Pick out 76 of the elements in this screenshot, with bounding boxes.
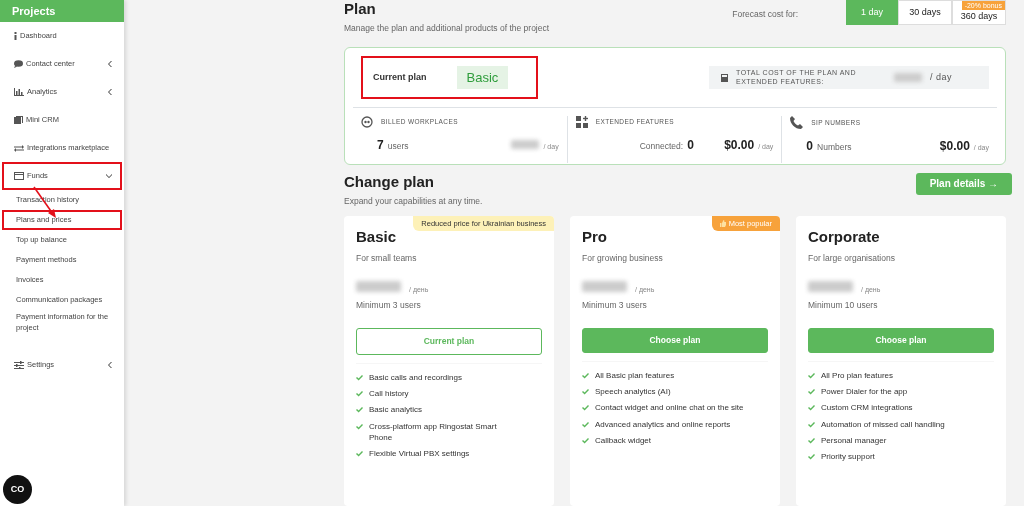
check-icon [808, 421, 815, 428]
feature-item: All Pro plan features [821, 370, 894, 382]
check-icon [582, 389, 589, 396]
forecast-label: Forecast cost for: [732, 8, 798, 21]
calculator-icon [721, 73, 728, 82]
info-icon [14, 32, 17, 40]
feature-item: Basic analytics [369, 404, 422, 416]
check-icon [808, 405, 815, 412]
plan-name: Corporate [808, 226, 881, 247]
blurred-price [808, 280, 853, 292]
current-plan-name: Basic [456, 65, 509, 90]
grid-plus-icon [575, 116, 588, 129]
check-icon [808, 373, 815, 379]
check-icon [356, 407, 363, 414]
feature-item: Speech analytics (AI) [595, 386, 671, 398]
plan-tagline: For growing business [582, 252, 664, 265]
feature-item: Power Dialer for the app [821, 386, 908, 398]
feature-item: Callback widget [595, 434, 652, 446]
phone-icon [790, 116, 804, 130]
feature-item: Flexible Virtual PBX settings [369, 447, 470, 460]
swap-arrows-icon [14, 144, 24, 152]
metric-value: 0 [687, 137, 694, 155]
feature-item: Cross-platform app Ringostat Smart Phone [369, 420, 498, 443]
blurred-price [356, 280, 401, 292]
check-icon [582, 405, 589, 412]
page-title: Plan [344, 0, 377, 18]
check-icon [808, 389, 815, 396]
minimum-users: Minimum 10 users [808, 299, 879, 312]
check-icon [808, 437, 815, 444]
check-icon [356, 391, 363, 398]
metric-value: 0 [806, 138, 814, 156]
feature-item: Basic calls and recordings [369, 372, 462, 384]
chat-bubble-icon [14, 60, 23, 68]
section-title: Change plan [344, 172, 435, 191]
feature-item: Priority support [821, 450, 875, 463]
feature-item: Personal manager [821, 434, 887, 446]
feature-item: Contact widget and online chat on the site [595, 402, 744, 414]
minimum-users: Minimum 3 users [356, 299, 422, 312]
period-toggle-button[interactable]: 30 days [898, 0, 952, 25]
current-plan-label: Current plan [373, 70, 427, 84]
feature-item: All Basic plan features [595, 370, 675, 382]
minimum-users: Minimum 3 users [582, 299, 648, 312]
check-icon [582, 437, 589, 444]
credit-card-icon [14, 172, 24, 180]
check-icon [808, 453, 815, 460]
feature-item: Custom CRM integrations [821, 402, 913, 414]
plan-tagline: For large organisations [808, 252, 896, 265]
page-subtitle: Manage the plan and additional products of the project [344, 22, 550, 35]
metric-price: $0.00 [939, 138, 970, 156]
plan-name: Pro [582, 226, 608, 247]
bar-chart-icon [14, 88, 24, 96]
sliders-icon [14, 361, 24, 369]
check-icon [582, 421, 589, 428]
chat-widget-button[interactable]: CO [3, 475, 32, 504]
thumbs-up-icon [719, 219, 726, 227]
section-subtitle: Expand your capabilities at any time. [344, 194, 483, 208]
plan-tagline: For small teams [356, 252, 418, 265]
blurred-price [511, 140, 540, 150]
price-unit: / day [930, 70, 952, 84]
feature-item: Advanced analytics and online reports [595, 418, 731, 430]
metric-unit: users [387, 140, 409, 153]
metric-value: 7 [377, 137, 384, 155]
book-icon [14, 116, 23, 124]
check-icon [356, 375, 363, 381]
blurred-price [894, 73, 922, 82]
metric-unit: Numbers [817, 141, 852, 154]
metric-prefix: Connected: [639, 140, 684, 153]
sidebar-header: Projects [0, 0, 124, 22]
blurred-price [582, 280, 627, 292]
check-icon [582, 373, 589, 379]
plan-name: Basic [356, 226, 398, 247]
check-icon [356, 450, 363, 457]
check-icon [356, 423, 363, 430]
feature-item: Call history [369, 388, 409, 400]
metric-price: $0.00 [724, 137, 755, 155]
feature-item: Automation of missed call handling [821, 418, 945, 430]
